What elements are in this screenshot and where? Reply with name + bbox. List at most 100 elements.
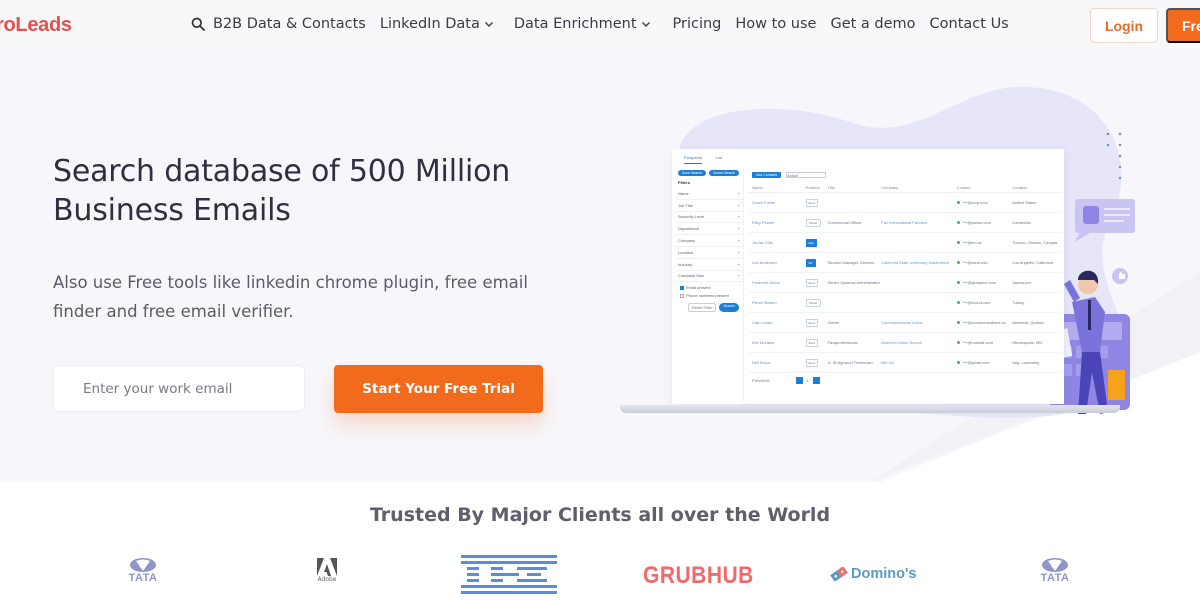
verified-dot-icon <box>956 221 960 224</box>
nav-linkedin-data[interactable]: LinkedIn Data <box>380 16 494 32</box>
hero-subtitle: Also use Free tools like linkedin chrome… <box>53 273 528 321</box>
filter-label: Industry <box>678 261 693 267</box>
nav-get-demo[interactable]: Get a demo <box>830 16 915 32</box>
mockup-cell-location: Vancouver <box>1012 280 1032 285</box>
position-tag: Owner <box>805 219 821 227</box>
mockup-cell-contact: ***@yahoo.com <box>956 220 1013 225</box>
position-tag: Dir <box>805 259 816 267</box>
mockup-cell-title: Commercial Officer <box>827 220 862 225</box>
mockup-checkbox-phone: Phone numbers present <box>680 293 743 298</box>
thumbs-up-icon <box>1112 268 1128 284</box>
client-logo-grubhub: GRUBHUB <box>643 562 754 589</box>
mockup-tab-list: List <box>715 155 723 160</box>
mockup-results: Add Contacts Action Name Position Title … <box>748 169 1062 401</box>
checkbox-label: Email present <box>686 285 711 291</box>
filter-label: Location <box>678 249 694 255</box>
mockup-cell-position: Mgr <box>805 239 828 247</box>
position-tag: Exec <box>805 199 819 207</box>
mockup-cell-name: Cam Linder <box>752 320 773 325</box>
mockup-filter: Department + <box>676 223 743 236</box>
contact-email: ***@corp.com <box>962 200 988 205</box>
client-logo-adobe: Adobe <box>316 558 338 583</box>
position-tag: Exec <box>805 339 819 347</box>
column-header: Company <box>881 185 899 190</box>
filter-label: Department <box>678 226 699 232</box>
start-free-trial-button[interactable]: Start Your Free Trial <box>334 365 543 413</box>
mockup-action-select: Action <box>786 172 827 178</box>
contact-email: ***@csub.edu <box>962 260 988 265</box>
mockup-cell-company: California State University, Bakersfield <box>881 260 949 265</box>
site-header: roLeads B2B Data & Contacts LinkedIn Dat… <box>0 0 1200 52</box>
pager-label: Prev/Next <box>752 378 770 383</box>
hero-section: Search database of 500 Million Business … <box>0 52 1200 482</box>
client-logo-tata-2: TATA <box>1040 558 1070 584</box>
mockup-checkbox-email: Email present <box>680 285 743 290</box>
contact-email: ***@im.ca <box>962 240 981 245</box>
nav-label: Data Enrichment <box>513 16 637 32</box>
nav-how-to-use[interactable]: How to use <box>735 16 816 32</box>
position-tag: Exec <box>805 279 819 287</box>
free-signup-button[interactable]: Free <box>1166 8 1200 43</box>
nav-label: B2B Data & Contacts <box>213 16 366 32</box>
mockup-cell-position: Dir <box>805 259 828 267</box>
position-tag: Owner <box>805 299 821 307</box>
mockup-filter: Location + <box>676 247 743 259</box>
nav-data-enrichment[interactable]: Data Enrichment <box>514 16 651 32</box>
work-email-input[interactable] <box>53 365 305 412</box>
mockup-cell-location: Montreal, Quebec <box>1012 320 1045 325</box>
ibm-logo-icon <box>461 555 557 594</box>
chevron-down-icon <box>641 21 650 27</box>
app-screenshot-mockup: Prospects List Save Search Saved Search … <box>672 149 1064 404</box>
mockup-cell-contact: ***@hotmail.com <box>956 340 1013 345</box>
mockup-tab-prospects: Prospects <box>684 155 702 164</box>
position-tag: Mgr <box>805 239 817 247</box>
mockup-cell-title: Senior Systems Administrator <box>827 280 880 285</box>
mockup-table-row: Jordan Ellis Mgr ***@im.ca Toronto, Ontario… <box>748 233 1062 253</box>
mockup-cell-company: Min Inc. <box>881 360 896 365</box>
select-value: Action <box>787 173 799 178</box>
mockup-cell-location: Minneapolis, MN <box>1012 340 1043 345</box>
nav-label: Pricing <box>672 16 722 32</box>
filter-label: Name <box>678 190 689 196</box>
nav-contact-us[interactable]: Contact Us <box>930 16 1009 32</box>
mockup-filter: Industry + <box>676 259 743 271</box>
mockup-save-search: Save Search <box>678 170 707 176</box>
mockup-cell-company: Pax International Partners <box>881 220 928 225</box>
nav-pricing[interactable]: Pricing <box>673 16 722 32</box>
chevron-down-icon <box>484 21 493 27</box>
dominos-domino-icon <box>830 567 848 581</box>
filter-label: Company Size <box>678 273 705 279</box>
mockup-cell-company: Anaheim Union School <box>881 340 922 345</box>
next-page-icon <box>812 377 820 384</box>
verified-dot-icon <box>956 281 960 284</box>
mockup-table-row: Cam Linder Exec Owner Communications Direct… <box>748 313 1062 333</box>
mockup-cell-contact: ***@corp.com <box>956 200 1013 205</box>
checkbox-label: Phone numbers present <box>686 293 729 299</box>
mockup-cell-position: Exec <box>805 199 828 207</box>
mockup-cell-contact: ***@csub.edu <box>956 260 1013 265</box>
tata-emblem-icon <box>130 558 156 572</box>
verified-dot-icon <box>956 241 960 244</box>
column-header: Location <box>1012 185 1028 190</box>
verified-dot-icon <box>956 201 960 204</box>
plus-icon: + <box>737 249 740 255</box>
mockup-cell-title: Paraprofessional <box>827 340 858 345</box>
brand-logo[interactable]: roLeads <box>0 14 72 37</box>
mockup-cell-name: Neil Bruce <box>752 360 771 365</box>
main-nav: B2B Data & Contacts LinkedIn Data Data E… <box>191 16 1023 32</box>
nav-b2b-data[interactable]: B2B Data & Contacts <box>191 16 366 32</box>
checkbox-checked-icon <box>680 285 684 290</box>
mockup-table-row: Neil Bruce Exec Jr. IB Aground Technician M… <box>748 353 1062 373</box>
contact-email: ***@gmail.com <box>962 360 990 365</box>
contact-email: ***@communications.ca <box>962 320 1006 325</box>
plus-icon: + <box>737 214 740 220</box>
contact-email: ***@yahoo.com <box>962 220 991 225</box>
verified-dot-icon <box>956 301 960 304</box>
logo-text: Adobe <box>317 576 337 583</box>
mockup-cell-location: Turkey <box>1012 300 1025 305</box>
verified-dot-icon <box>956 361 960 364</box>
logo-text: Domino's <box>851 566 917 582</box>
login-button[interactable]: Login <box>1090 8 1158 43</box>
mockup-search: Search <box>719 303 739 313</box>
logo-text: GRUBHUB <box>643 562 754 589</box>
